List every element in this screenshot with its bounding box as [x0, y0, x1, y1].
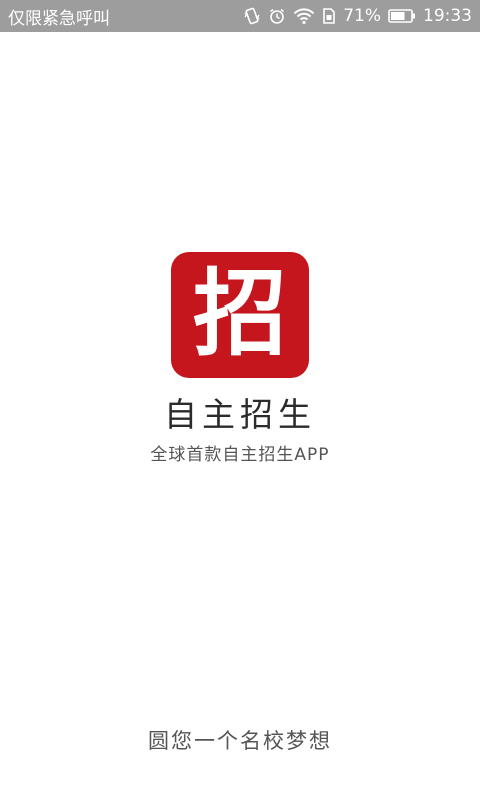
- slogan: 圆您一个名校梦想: [148, 729, 332, 753]
- alarm-icon: [268, 7, 286, 25]
- splash-screen: 招 自主招生 全球首款自主招生APP 圆您一个名校梦想: [0, 32, 480, 800]
- logo-glyph: 招: [192, 260, 287, 369]
- status-right: 71% 19:33: [243, 0, 472, 32]
- status-bar: 仅限紧急呼叫 71% 19:33: [0, 0, 480, 32]
- wifi-icon: [293, 7, 315, 25]
- vibrate-icon: [243, 7, 261, 25]
- clock: 19:33: [423, 6, 472, 26]
- carrier-text: 仅限紧急呼叫: [8, 8, 110, 29]
- app-logo: 招: [171, 252, 309, 378]
- sim-icon: [322, 7, 336, 25]
- battery-icon: [388, 8, 416, 24]
- status-left: 仅限紧急呼叫: [8, 0, 110, 32]
- app-name: 自主招生: [164, 395, 316, 434]
- app-tagline: 全球首款自主招生APP: [150, 445, 330, 465]
- battery-percent: 71%: [343, 6, 381, 26]
